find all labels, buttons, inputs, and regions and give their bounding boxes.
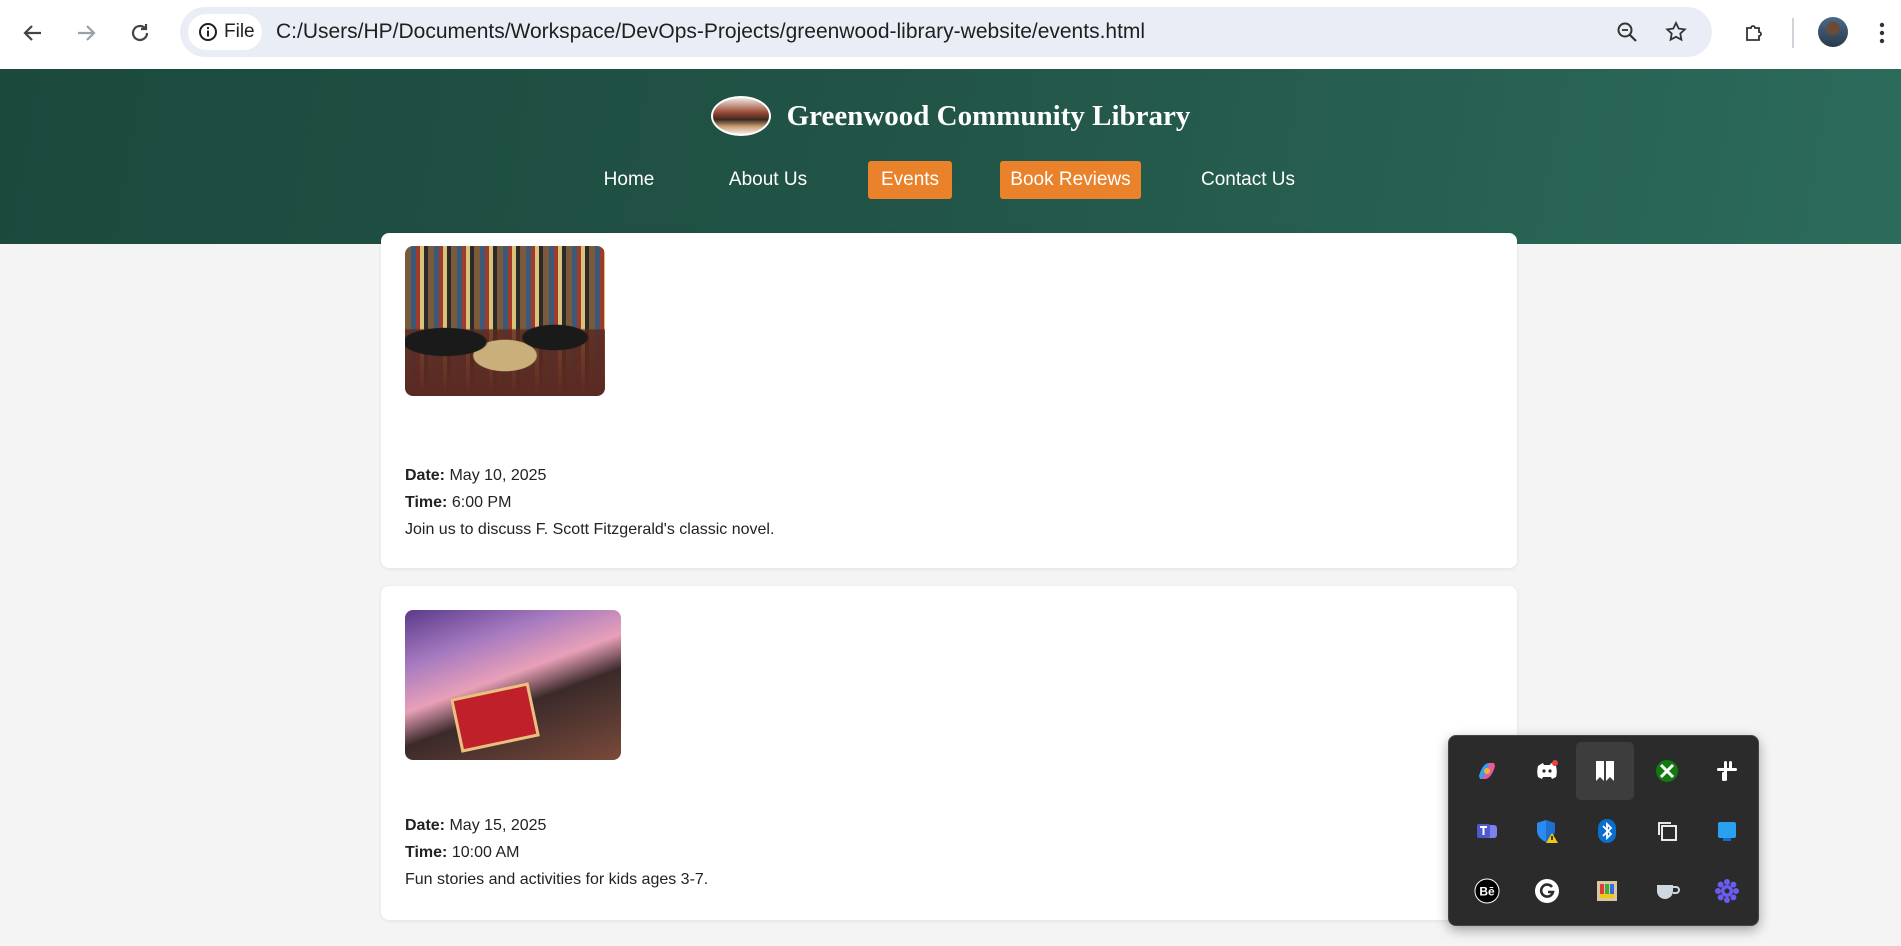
forward-arrow-icon bbox=[78, 25, 96, 41]
event-details: Date: May 10, 2025 Time: 6:00 PM Join us… bbox=[405, 462, 774, 543]
nav-book-reviews[interactable]: Book Reviews bbox=[1000, 161, 1141, 199]
cup-app-icon bbox=[1657, 885, 1680, 899]
event-description: Fun stories and activities for kids ages… bbox=[405, 871, 709, 888]
star-icon bbox=[1665, 20, 1687, 42]
svg-text:Bē: Bē bbox=[1479, 885, 1495, 899]
color-picker-icon bbox=[1597, 881, 1617, 901]
browser-toolbar: File C:/Users/HP/Documents/Workspace/Dev… bbox=[0, 0, 1901, 69]
tray-color-picker[interactable] bbox=[1578, 862, 1636, 920]
event-details: Date: May 15, 2025 Time: 10:00 AM Fun st… bbox=[405, 812, 708, 893]
behance-icon: Bē bbox=[1474, 878, 1500, 904]
event-time: Time: 10:00 AM bbox=[405, 839, 708, 866]
teams-icon bbox=[1477, 824, 1497, 838]
address-bar[interactable]: File C:/Users/HP/Documents/Workspace/Dev… bbox=[180, 7, 1712, 57]
time-label: Time: bbox=[405, 844, 448, 861]
tray-grammarly[interactable] bbox=[1518, 862, 1576, 920]
more-vert-icon bbox=[1879, 22, 1885, 44]
time-value: 6:00 PM bbox=[451, 494, 512, 511]
tray-teams[interactable] bbox=[1458, 802, 1516, 860]
tray-gear-flower[interactable] bbox=[1698, 862, 1756, 920]
photo-book bbox=[450, 682, 540, 753]
site-title: Greenwood Community Library bbox=[786, 99, 1191, 132]
book-club-photo bbox=[405, 246, 605, 396]
library-logo bbox=[710, 96, 771, 136]
forward-button[interactable] bbox=[67, 14, 105, 52]
copilot-icon bbox=[1479, 763, 1495, 779]
gear-flower-icon bbox=[1715, 879, 1739, 903]
tray-xbox[interactable] bbox=[1638, 742, 1696, 800]
discord-icon bbox=[1537, 760, 1558, 779]
zoom-button[interactable] bbox=[1612, 17, 1642, 47]
bluetooth-icon bbox=[1598, 819, 1616, 843]
zoom-icon bbox=[1617, 22, 1637, 42]
tray-cup-app[interactable] bbox=[1638, 862, 1696, 920]
event-date: Date: May 15, 2025 bbox=[405, 812, 708, 839]
defender-warning-icon bbox=[1537, 820, 1558, 843]
tray-blue-app[interactable] bbox=[1698, 802, 1756, 860]
profile-avatar[interactable] bbox=[1818, 17, 1848, 47]
tray-discord[interactable] bbox=[1518, 742, 1576, 800]
brand: Greenwood Community Library bbox=[0, 96, 1901, 136]
reload-button[interactable] bbox=[121, 14, 159, 52]
tray-slack[interactable] bbox=[1698, 742, 1756, 800]
time-value: 10:00 AM bbox=[451, 844, 520, 861]
tray-bookmark-app[interactable] bbox=[1576, 742, 1634, 800]
event-card: Date: May 10, 2025 Time: 6:00 PM Join us… bbox=[381, 233, 1517, 568]
event-card: Date: May 15, 2025 Time: 10:00 AM Fun st… bbox=[381, 586, 1517, 920]
event-time: Time: 6:00 PM bbox=[405, 489, 774, 516]
time-label: Time: bbox=[405, 494, 448, 511]
date-value: May 10, 2025 bbox=[449, 467, 547, 484]
file-label: File bbox=[224, 21, 255, 42]
toolbar-divider bbox=[1792, 18, 1794, 48]
photo-people bbox=[405, 306, 605, 396]
nav-contact-us[interactable]: Contact Us bbox=[1192, 161, 1304, 199]
main-nav: Home About Us Events Book Reviews Contac… bbox=[0, 161, 1901, 199]
tray-defender[interactable] bbox=[1518, 802, 1576, 860]
slack-icon bbox=[1717, 761, 1737, 781]
blue-app-icon bbox=[1718, 822, 1736, 841]
event-description: Join us to discuss F. Scott Fitzgerald's… bbox=[405, 521, 775, 538]
nav-about-us[interactable]: About Us bbox=[720, 161, 816, 199]
back-button[interactable] bbox=[14, 14, 52, 52]
nav-home[interactable]: Home bbox=[592, 161, 666, 199]
grammarly-icon bbox=[1535, 879, 1559, 903]
date-label: Date: bbox=[405, 467, 446, 484]
info-icon bbox=[199, 23, 217, 41]
puzzle-icon bbox=[1746, 25, 1762, 41]
back-arrow-icon bbox=[23, 25, 41, 41]
date-label: Date: bbox=[405, 817, 446, 834]
date-value: May 15, 2025 bbox=[449, 817, 547, 834]
story-time-photo bbox=[405, 610, 621, 760]
nav-events[interactable]: Events bbox=[868, 161, 952, 199]
extensions-button[interactable] bbox=[1735, 14, 1773, 52]
bookmark-star-button[interactable] bbox=[1661, 17, 1691, 47]
copy-app-icon bbox=[1658, 822, 1677, 841]
xbox-icon bbox=[1656, 760, 1678, 782]
event-date: Date: May 10, 2025 bbox=[405, 462, 774, 489]
tray-copilot[interactable] bbox=[1458, 742, 1516, 800]
system-tray-overflow: Bē bbox=[1448, 735, 1759, 926]
tray-behance[interactable]: Bē bbox=[1458, 862, 1516, 920]
url-text[interactable]: C:/Users/HP/Documents/Workspace/DevOps-P… bbox=[276, 20, 1145, 44]
bookmark-app-icon bbox=[1596, 761, 1614, 781]
site-header: Greenwood Community Library Home About U… bbox=[0, 69, 1901, 244]
reload-icon bbox=[131, 24, 149, 42]
site-info-chip[interactable]: File bbox=[188, 14, 262, 50]
chrome-menu-button[interactable] bbox=[1868, 14, 1896, 52]
tray-copy-app[interactable] bbox=[1638, 802, 1696, 860]
tray-bluetooth[interactable] bbox=[1578, 802, 1636, 860]
